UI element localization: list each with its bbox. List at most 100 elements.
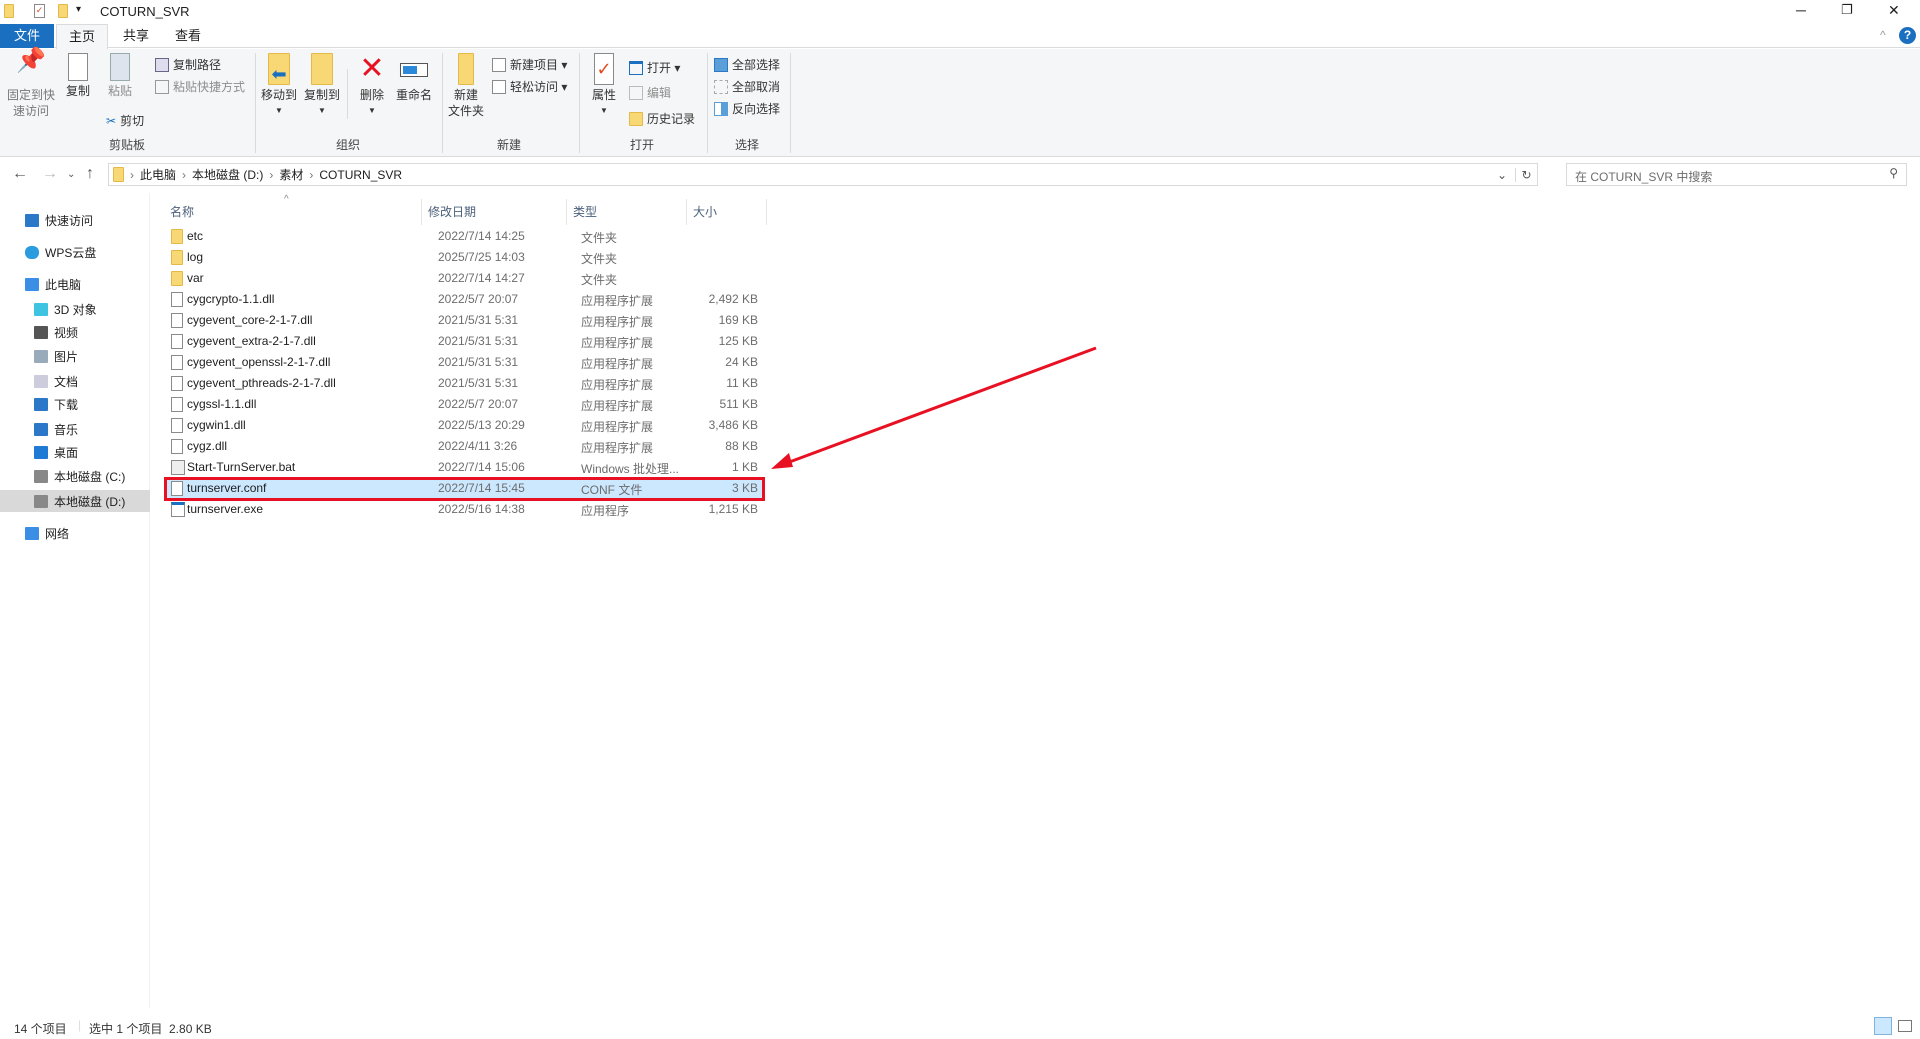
recent-locations-chevron-icon[interactable]: ⌄ (67, 169, 75, 180)
breadcrumb-coturn-svr[interactable]: COTURN_SVR (319, 168, 402, 182)
copy-path-button[interactable]: 复制路径 (155, 56, 221, 73)
history-icon (629, 111, 643, 126)
tab-file[interactable]: 文件 (0, 24, 54, 48)
column-header-type[interactable]: 类型 (567, 199, 687, 225)
sidebar-item-label: 桌面 (54, 445, 79, 460)
column-header-date[interactable]: 修改日期 (422, 199, 567, 225)
new-folder-icon (457, 53, 474, 85)
edit-label: 编辑 (647, 86, 672, 100)
customize-quick-access-icon[interactable]: ▾ (76, 4, 81, 15)
pin-label-2: 速访问 (12, 104, 50, 118)
select-all-button[interactable]: 全部选择 (714, 56, 780, 73)
sidebar-item[interactable]: 视频 (0, 321, 150, 343)
exe-file-icon (171, 502, 185, 517)
sidebar-item[interactable]: 下载 (0, 393, 150, 415)
rename-label: 重命名 (395, 88, 433, 102)
history-button[interactable]: 历史记录 (629, 110, 695, 127)
tab-view[interactable]: 查看 (162, 24, 214, 48)
minimize-button[interactable]: ─ (1796, 2, 1806, 18)
properties-button[interactable]: ✓ 属性 ▼ (592, 53, 616, 119)
sidebar-item[interactable]: 图片 (0, 345, 150, 367)
file-row[interactable]: cygssl-1.1.dll 2022/5/7 20:07 应用程序扩展 511 KB (164, 394, 764, 415)
status-bar: 14 个项目 | 选中 1 个项目 2.80 KB (0, 1015, 1920, 1039)
forward-arrow-icon[interactable]: → (42, 165, 58, 183)
rename-button[interactable]: 重命名 (396, 53, 432, 103)
collapse-ribbon-button[interactable]: ^ (1880, 28, 1886, 42)
sidebar-item[interactable]: 此电脑 (0, 273, 150, 295)
close-button[interactable]: ✕ (1888, 2, 1900, 19)
dll-file-icon (171, 292, 183, 307)
dll-file-icon (171, 376, 183, 391)
delete-button[interactable]: ✕ 删除 ▼ (357, 53, 387, 119)
sidebar-item[interactable]: WPS云盘 (0, 241, 150, 263)
edit-button[interactable]: 编辑 (629, 84, 671, 101)
help-button[interactable]: ? (1899, 27, 1916, 44)
sidebar-item[interactable]: 桌面 (0, 441, 150, 463)
paste-shortcut-button[interactable]: 粘贴快捷方式 (155, 78, 245, 95)
select-none-button[interactable]: 全部取消 (714, 78, 780, 95)
easy-access-button[interactable]: 轻松访问 ▾ (492, 78, 567, 95)
file-row[interactable]: cygcrypto-1.1.dll 2022/5/7 20:07 应用程序扩展 2,4… (164, 289, 764, 310)
sidebar-item-label: 此电脑 (45, 277, 82, 292)
new-folder-quick-icon[interactable] (58, 4, 68, 18)
sidebar-item[interactable]: 快速访问 (0, 209, 150, 231)
refresh-icon[interactable]: ↻ (1515, 167, 1537, 182)
sidebar-item-label: 本地磁盘 (D:) (54, 494, 126, 509)
details-view-button[interactable] (1874, 1017, 1892, 1035)
file-date: 2021/5/31 5:31 (438, 355, 519, 369)
search-input[interactable]: 在 COTURN_SVR 中搜索 ⚲ (1566, 163, 1907, 186)
search-placeholder: 在 COTURN_SVR 中搜索 (1575, 170, 1713, 184)
file-row[interactable]: cygwin1.dll 2022/5/13 20:29 应用程序扩展 3,486 KB (164, 415, 764, 436)
cut-button[interactable]: ✂ 剪切 (106, 112, 144, 129)
up-arrow-icon[interactable]: ↑ (86, 165, 94, 183)
sidebar-item[interactable]: 3D 对象 (0, 298, 150, 320)
file-date: 2022/5/16 14:38 (438, 502, 525, 516)
file-row[interactable]: cygevent_extra-2-1-7.dll 2021/5/31 5:31 应用… (164, 331, 764, 352)
new-item-button[interactable]: 新建项目 ▾ (492, 56, 567, 73)
column-header-name[interactable]: 名称 ^ (164, 194, 422, 225)
file-row[interactable]: Start-TurnServer.bat 2022/7/14 15:06 Windo… (164, 457, 764, 478)
sidebar-item[interactable]: 网络 (0, 522, 150, 544)
address-dropdown-icon[interactable]: ⌄ (1497, 168, 1507, 182)
tab-home[interactable]: 主页 (56, 24, 108, 49)
file-date: 2022/7/14 14:25 (438, 229, 525, 243)
breadcrumb-drive-d[interactable]: 本地磁盘 (D:) (192, 166, 263, 183)
file-row[interactable]: cygevent_core-2-1-7.dll 2021/5/31 5:31 应用程… (164, 310, 764, 331)
file-name: cygz.dll (187, 439, 228, 453)
network-icon (25, 526, 39, 540)
tab-share[interactable]: 共享 (110, 24, 162, 48)
large-icons-view-button[interactable] (1898, 1020, 1912, 1032)
file-row[interactable]: cygevent_openssl-2-1-7.dll 2021/5/31 5:31… (164, 352, 764, 373)
file-row[interactable]: var 2022/7/14 14:27 文件夹 (164, 268, 764, 289)
file-row[interactable]: etc 2022/7/14 14:25 文件夹 (164, 226, 764, 247)
address-bar[interactable]: › 此电脑 › 本地磁盘 (D:) › 素材 › COTURN_SVR ⌄ ↻ (108, 163, 1538, 186)
file-row[interactable]: cygevent_pthreads-2-1-7.dll 2021/5/31 5:3… (164, 373, 764, 394)
pin-quick-access-button[interactable]: 📌 固定到快 速访问 (7, 49, 55, 119)
file-date: 2022/5/7 20:07 (438, 397, 519, 411)
properties-quick-icon[interactable]: ✓ (34, 4, 45, 18)
folder-file-icon (171, 271, 183, 286)
file-row[interactable]: log 2025/7/25 14:03 文件夹 (164, 247, 764, 268)
new-folder-button[interactable]: 新建 文件夹 (448, 53, 484, 119)
paste-button[interactable]: 粘贴 (108, 53, 132, 99)
copy-button[interactable]: 复制 (66, 53, 90, 99)
back-arrow-icon[interactable]: ← (12, 165, 28, 183)
file-row[interactable]: cygz.dll 2022/4/11 3:26 应用程序扩展 88 KB (164, 436, 764, 457)
sidebar-item[interactable]: 文档 (0, 370, 150, 392)
sidebar-item[interactable]: 本地磁盘 (D:) (0, 490, 150, 512)
open-button[interactable]: 打开 ▾ (629, 59, 680, 76)
file-row[interactable]: turnserver.exe 2022/5/16 14:38 应用程序 1,215 K… (164, 499, 764, 520)
breadcrumb-this-pc[interactable]: 此电脑 (140, 166, 176, 183)
restore-button[interactable]: ❐ (1841, 2, 1853, 18)
select-all-label: 全部选择 (732, 58, 781, 72)
invert-selection-button[interactable]: 反向选择 (714, 100, 780, 117)
sidebar-item[interactable]: 音乐 (0, 418, 150, 440)
sidebar-item-label: 3D 对象 (54, 302, 97, 317)
column-header-size[interactable]: 大小 (687, 199, 767, 225)
file-date: 2022/5/7 20:07 (438, 292, 519, 306)
sidebar-item[interactable]: 本地磁盘 (C:) (0, 465, 150, 487)
move-to-button[interactable]: ⬅ 移动到 ▼ (261, 53, 297, 119)
copy-to-button[interactable]: 复制到 ▼ (304, 53, 340, 119)
drive-icon (34, 494, 48, 508)
breadcrumb-sucai[interactable]: 素材 (279, 166, 303, 183)
